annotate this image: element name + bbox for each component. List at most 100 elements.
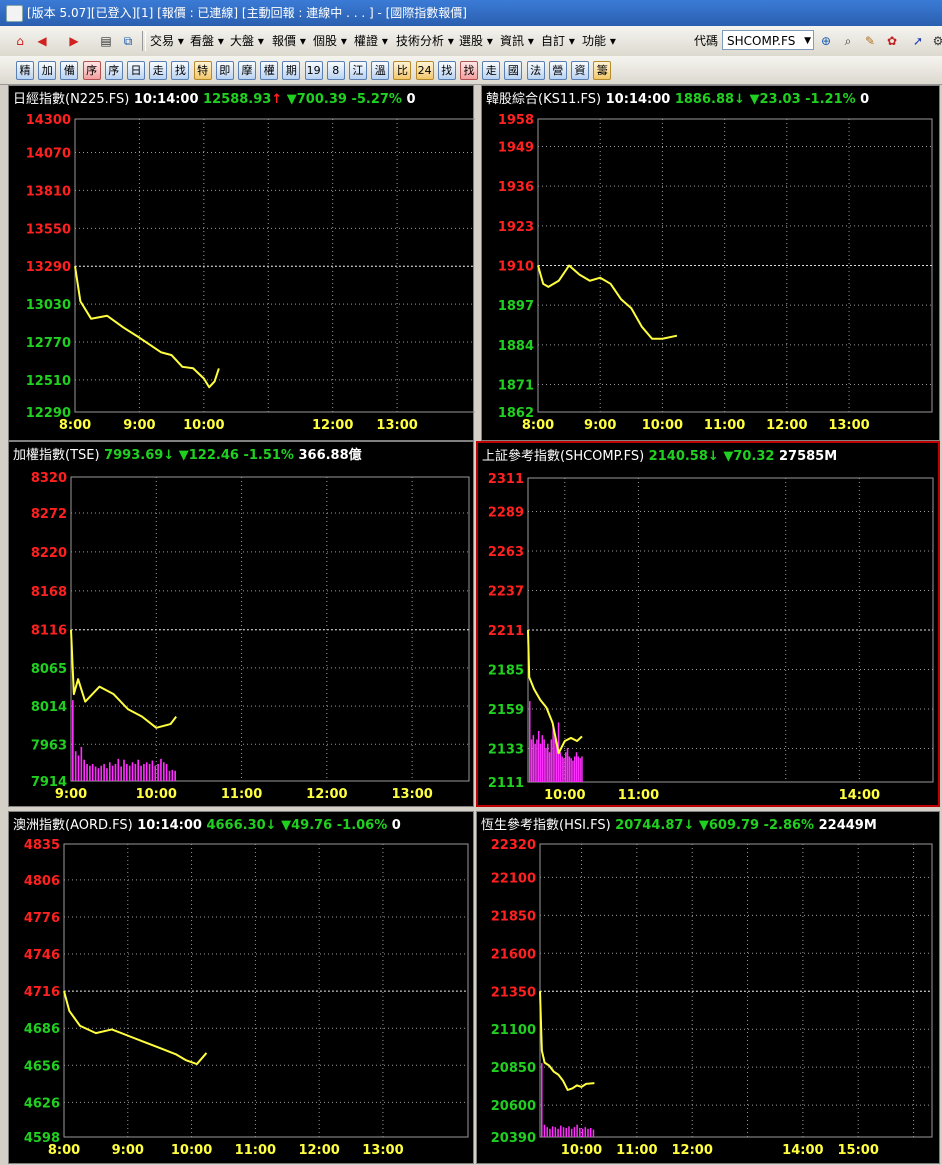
x-tick-label: 12:00 xyxy=(766,418,807,433)
x-tick-label: 14:00 xyxy=(782,1143,823,1158)
volume-bar xyxy=(77,755,80,781)
y-tick-label: 13810 xyxy=(26,184,71,199)
x-tick-label: 11:00 xyxy=(704,418,745,433)
down-triangle-icon: ▼ xyxy=(282,92,297,107)
chart-panel-2[interactable]: 加權指數(TSE) 7993.69↓ ▼122.46 -1.51% 366.88… xyxy=(8,441,474,807)
quick-tab-15[interactable]: 江 xyxy=(349,61,367,80)
quick-tab-0[interactable]: 精 xyxy=(16,61,34,80)
quick-tab-21[interactable]: 走 xyxy=(482,61,501,80)
quick-tab-5[interactable]: 日 xyxy=(127,61,145,80)
volume-bar xyxy=(174,770,176,781)
quick-tab-19[interactable]: 找 xyxy=(437,61,456,80)
y-tick-label: 4716 xyxy=(24,985,60,1000)
quick-tab-18[interactable]: 24 xyxy=(415,61,434,80)
chart-panel-4[interactable]: 澳洲指數(AORD.FS) 10:14:00 4666.30↓ ▼49.76 -… xyxy=(8,811,474,1164)
menu-0[interactable]: 交易 ▾ xyxy=(150,31,184,51)
menu-6[interactable]: 技術分析 ▾ xyxy=(396,31,454,51)
menu-10[interactable]: 功能 ▾ xyxy=(582,31,616,51)
code-input[interactable]: SHCOMP.FS ▼ xyxy=(722,30,814,50)
panel-pct: -1.51% xyxy=(239,448,294,463)
menu-8[interactable]: 資訊 ▾ xyxy=(500,31,534,51)
chart-panel-3[interactable]: 上証參考指數(SHCOMP.FS) 2140.58↓ ▼70.32 27585M… xyxy=(476,441,940,807)
y-tick-label: 4776 xyxy=(24,911,60,926)
menu-5[interactable]: 權證 ▾ xyxy=(354,31,388,51)
volume-bar xyxy=(545,747,547,782)
home-icon[interactable]: ⌂ xyxy=(12,33,28,49)
y-tick-label: 22100 xyxy=(491,871,536,886)
menu-9[interactable]: 自訂 ▾ xyxy=(541,31,575,51)
alert-icon[interactable]: ✿ xyxy=(884,33,900,49)
quick-tab-26[interactable]: 籌 xyxy=(593,61,612,80)
quick-tab-24[interactable]: 營 xyxy=(548,61,567,80)
quick-tab-16[interactable]: 溫 xyxy=(371,61,390,80)
x-tick-label: 12:00 xyxy=(298,1143,339,1158)
chart-panel-1[interactable]: 韓股綜合(KS11.FS) 10:14:00 1886.88↓ ▼23.03 -… xyxy=(481,85,940,441)
price-line xyxy=(527,629,583,755)
quick-tab-20[interactable]: 找 xyxy=(460,61,478,80)
volume-bar xyxy=(140,765,142,781)
chart-svg: 恆生參考指數(HSI.FS) 20744.87↓ ▼609.79 -2.86% … xyxy=(481,818,933,1158)
x-tick-label: 9:00 xyxy=(123,418,155,433)
quick-tab-22[interactable]: 國 xyxy=(504,61,523,80)
search-icon[interactable]: ⌕ xyxy=(840,33,856,49)
quick-tab-25[interactable]: 資 xyxy=(571,61,589,80)
menu-4[interactable]: 個股 ▾ xyxy=(313,31,347,51)
quick-tab-13[interactable]: 19 xyxy=(304,61,323,80)
volume-bar xyxy=(114,763,117,781)
y-tick-label: 21850 xyxy=(491,909,536,924)
y-tick-label: 1910 xyxy=(498,260,534,275)
volume-bar xyxy=(557,1128,559,1137)
x-tick-label: 13:00 xyxy=(828,418,869,433)
x-tick-label: 10:00 xyxy=(544,788,585,803)
chart-svg: 加權指數(TSE) 7993.69↓ ▼122.46 -1.51% 366.88… xyxy=(13,447,470,802)
forward-icon[interactable]: ▶ xyxy=(66,33,82,49)
y-tick-label: 4656 xyxy=(24,1059,60,1074)
volume-bar xyxy=(100,765,103,781)
quick-tab-14[interactable]: 8 xyxy=(326,61,345,80)
quick-tab-9[interactable]: 即 xyxy=(215,61,234,80)
menu-3[interactable]: 報價 ▾ xyxy=(272,31,306,51)
chevron-down-icon[interactable]: ▼ xyxy=(804,31,811,51)
quick-tab-2[interactable]: 備 xyxy=(60,61,79,80)
pointer-icon[interactable]: ➚ xyxy=(910,33,926,49)
volume-bar xyxy=(123,759,125,781)
volume-bar xyxy=(128,765,131,781)
menu-2[interactable]: 大盤 ▾ xyxy=(230,31,264,51)
popout-icon[interactable]: ⧉ xyxy=(120,33,136,49)
chart-panel-5[interactable]: 恆生參考指數(HSI.FS) 20744.87↓ ▼609.79 -2.86% … xyxy=(476,811,940,1164)
y-tick-label: 1958 xyxy=(498,113,534,128)
print-icon[interactable]: ▤ xyxy=(98,33,114,49)
quick-tab-1[interactable]: 加 xyxy=(38,61,57,80)
volume-bar xyxy=(168,770,171,781)
panel-volume: 22449M xyxy=(814,818,877,833)
quick-tab-17[interactable]: 比 xyxy=(393,61,412,80)
x-tick-label: 10:00 xyxy=(171,1143,212,1158)
back-icon[interactable]: ◀ xyxy=(34,33,50,49)
quick-tab-3[interactable]: 序 xyxy=(82,61,101,80)
panel-pct: -2.86% xyxy=(759,818,814,833)
quick-tab-bar: 精加備序序日走找特即摩權期 19 8 江溫比 24 找找走國法營資籌 xyxy=(0,56,942,85)
volume-bar xyxy=(559,752,562,782)
volume-bar xyxy=(574,756,576,782)
quick-tab-7[interactable]: 找 xyxy=(171,61,190,80)
quick-tab-8[interactable]: 特 xyxy=(193,61,212,80)
menu-1[interactable]: 看盤 ▾ xyxy=(190,31,224,51)
tools-icon[interactable]: ✎ xyxy=(862,33,878,49)
goto-icon[interactable]: ⊕ xyxy=(818,33,834,49)
panel-volume: 0 xyxy=(856,92,870,107)
quick-tab-4[interactable]: 序 xyxy=(104,61,123,80)
menu-7[interactable]: 選股 ▾ xyxy=(459,31,493,51)
x-tick-label: 14:00 xyxy=(839,788,880,803)
x-tick-label: 9:00 xyxy=(55,787,87,802)
volume-bar xyxy=(568,1126,570,1137)
x-tick-label: 8:00 xyxy=(59,418,91,433)
quick-tab-10[interactable]: 摩 xyxy=(238,61,256,80)
quick-tab-12[interactable]: 期 xyxy=(282,61,301,80)
chart-panel-0[interactable]: 日經指數(N225.FS) 10:14:00 12588.93↑ ▼700.39… xyxy=(8,85,475,441)
more-icon[interactable]: ⚙ xyxy=(930,33,942,49)
panel-title: 韓股綜合(KS11.FS) xyxy=(486,92,601,107)
quick-tab-6[interactable]: 走 xyxy=(149,61,168,80)
quick-tab-11[interactable]: 權 xyxy=(260,61,279,80)
volume-bar xyxy=(529,701,531,782)
quick-tab-23[interactable]: 法 xyxy=(526,61,545,80)
